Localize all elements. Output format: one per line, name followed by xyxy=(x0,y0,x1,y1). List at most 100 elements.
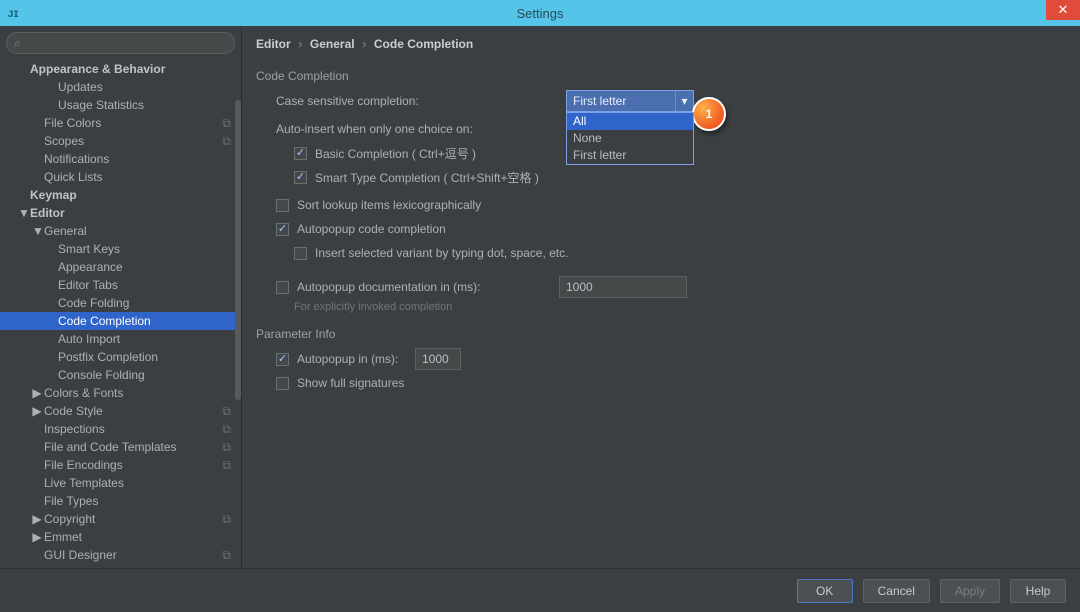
tree-item-file-and-code-templates[interactable]: File and Code Templates⧉ xyxy=(0,438,241,456)
dropdown-option-none[interactable]: None xyxy=(567,130,693,147)
autopopup-doc-input[interactable] xyxy=(559,276,687,298)
tree-item-label: Postfix Completion xyxy=(58,348,158,366)
tree-item-copyright[interactable]: ▶Copyright⧉ xyxy=(0,510,241,528)
tree-item-label: Emmet xyxy=(44,528,82,546)
tree-item-file-encodings[interactable]: File Encodings⧉ xyxy=(0,456,241,474)
breadcrumb-sep: › xyxy=(294,37,306,51)
autopopup-doc-checkbox[interactable] xyxy=(276,281,289,294)
tree-item-gui-designer[interactable]: GUI Designer⧉ xyxy=(0,546,241,564)
chevron-down-icon[interactable]: ▼ xyxy=(18,204,28,222)
dialog-footer: OK Cancel Apply Help xyxy=(0,568,1080,612)
tree-item-smart-keys[interactable]: Smart Keys xyxy=(0,240,241,258)
tree-item-label: File Encodings xyxy=(44,456,123,474)
param-autopopup-label: Autopopup in (ms): xyxy=(297,352,415,366)
row-insert-variant: Insert selected variant by typing dot, s… xyxy=(256,241,1066,265)
full-signatures-checkbox[interactable] xyxy=(276,377,289,390)
tree-item-editor[interactable]: ▼Editor xyxy=(0,204,241,222)
tree-scrollbar-thumb[interactable] xyxy=(235,100,241,400)
breadcrumb-editor[interactable]: Editor xyxy=(256,37,291,51)
tree-item-scopes[interactable]: Scopes⧉ xyxy=(0,132,241,150)
tree-item-appearance[interactable]: Appearance xyxy=(0,258,241,276)
apply-button[interactable]: Apply xyxy=(940,579,1000,603)
tree-scrollbar[interactable] xyxy=(235,60,241,568)
tree-item-postfix-completion[interactable]: Postfix Completion xyxy=(0,348,241,366)
tree-item-label: Editor xyxy=(30,204,65,222)
project-scope-icon: ⧉ xyxy=(222,114,231,132)
tree-item-label: Colors & Fonts xyxy=(44,384,123,402)
row-smart-completion: Smart Type Completion ( Ctrl+Shift+空格 ) xyxy=(256,165,1066,189)
tree-item-code-completion[interactable]: Code Completion xyxy=(0,312,241,330)
breadcrumb-code-completion: Code Completion xyxy=(374,37,473,51)
dropdown-option-first-letter[interactable]: First letter xyxy=(567,147,693,164)
section-code-completion-title: Code Completion xyxy=(256,69,1066,83)
tree-item-usage-statistics[interactable]: Usage Statistics xyxy=(0,96,241,114)
smart-completion-label: Smart Type Completion ( Ctrl+Shift+空格 ) xyxy=(315,169,539,186)
tree-item-label: Appearance xyxy=(58,258,123,276)
case-sensitive-select[interactable]: First letter ▾ xyxy=(566,90,694,112)
param-autopopup-input[interactable] xyxy=(415,348,461,370)
ok-button[interactable]: OK xyxy=(797,579,853,603)
tree-item-notifications[interactable]: Notifications xyxy=(0,150,241,168)
app-icon: ᴊɪ xyxy=(0,0,26,26)
tree-item-emmet[interactable]: ▶Emmet xyxy=(0,528,241,546)
window-close-button[interactable]: ✕ xyxy=(1046,0,1080,20)
main-panel: Editor › General › Code Completion Code … xyxy=(242,26,1080,568)
chevron-right-icon[interactable]: ▶ xyxy=(32,384,42,402)
tree-item-label: File Types xyxy=(44,492,98,510)
tree-item-colors-fonts[interactable]: ▶Colors & Fonts xyxy=(0,384,241,402)
chevron-down-icon[interactable]: ▼ xyxy=(32,222,42,240)
autopopup-completion-checkbox[interactable] xyxy=(276,223,289,236)
chevron-right-icon[interactable]: ▶ xyxy=(32,402,42,420)
chevron-down-icon[interactable]: ▾ xyxy=(675,91,693,111)
tree-item-live-templates[interactable]: Live Templates xyxy=(0,474,241,492)
breadcrumb: Editor › General › Code Completion xyxy=(242,26,1080,61)
dropdown-option-all[interactable]: All xyxy=(567,113,693,130)
breadcrumb-sep: › xyxy=(358,37,370,51)
help-button[interactable]: Help xyxy=(1010,579,1066,603)
sidebar: ⌕ Appearance & BehaviorUpdatesUsage Stat… xyxy=(0,26,242,568)
param-autopopup-checkbox[interactable] xyxy=(276,353,289,366)
autopopup-doc-hint: For explicitly invoked completion xyxy=(256,301,1066,313)
cancel-button[interactable]: Cancel xyxy=(863,579,930,603)
case-sensitive-dropdown[interactable]: AllNoneFirst letter xyxy=(566,112,694,165)
project-scope-icon: ⧉ xyxy=(222,546,231,564)
tree-item-auto-import[interactable]: Auto Import xyxy=(0,330,241,348)
tree-item-editor-tabs[interactable]: Editor Tabs xyxy=(0,276,241,294)
tree-item-label: Code Style xyxy=(44,402,103,420)
tree-item-label: Quick Lists xyxy=(44,168,103,186)
row-autopopup-doc: Autopopup documentation in (ms): xyxy=(256,275,1066,299)
tree-item-label: Usage Statistics xyxy=(58,96,144,114)
tree-item-quick-lists[interactable]: Quick Lists xyxy=(0,168,241,186)
search-input[interactable] xyxy=(6,32,235,54)
tree-item-label: Notifications xyxy=(44,150,109,168)
row-case-sensitive: Case sensitive completion: First letter … xyxy=(256,89,1066,113)
breadcrumb-general[interactable]: General xyxy=(310,37,355,51)
tree-item-code-style[interactable]: ▶Code Style⧉ xyxy=(0,402,241,420)
project-scope-icon: ⧉ xyxy=(222,438,231,456)
sort-lookup-checkbox[interactable] xyxy=(276,199,289,212)
smart-completion-checkbox[interactable] xyxy=(294,171,307,184)
tree-item-file-types[interactable]: File Types xyxy=(0,492,241,510)
annotation-badge-1: 1 xyxy=(692,97,726,131)
chevron-right-icon[interactable]: ▶ xyxy=(32,528,42,546)
tree-item-console-folding[interactable]: Console Folding xyxy=(0,366,241,384)
row-sort-lookup: Sort lookup items lexicographically xyxy=(256,193,1066,217)
chevron-right-icon[interactable]: ▶ xyxy=(32,510,42,528)
tree-item-code-folding[interactable]: Code Folding xyxy=(0,294,241,312)
section-parameter-info-title: Parameter Info xyxy=(256,327,1066,341)
tree-item-inspections[interactable]: Inspections⧉ xyxy=(0,420,241,438)
tree-item-appearance-behavior[interactable]: Appearance & Behavior xyxy=(0,60,241,78)
tree-item-keymap[interactable]: Keymap xyxy=(0,186,241,204)
tree-item-updates[interactable]: Updates xyxy=(0,78,241,96)
tree-item-general[interactable]: ▼General xyxy=(0,222,241,240)
insert-variant-label: Insert selected variant by typing dot, s… xyxy=(315,246,568,260)
basic-completion-checkbox[interactable] xyxy=(294,147,307,160)
tree-item-label: Console Folding xyxy=(58,366,145,384)
autopopup-doc-label: Autopopup documentation in (ms): xyxy=(297,280,559,294)
project-scope-icon: ⧉ xyxy=(222,420,231,438)
insert-variant-checkbox[interactable] xyxy=(294,247,307,260)
search-wrap: ⌕ xyxy=(0,26,241,60)
titlebar: ᴊɪ Settings ✕ xyxy=(0,0,1080,26)
tree-item-file-colors[interactable]: File Colors ⧉ xyxy=(0,114,241,132)
tree-item-label: File Colors xyxy=(44,114,101,132)
